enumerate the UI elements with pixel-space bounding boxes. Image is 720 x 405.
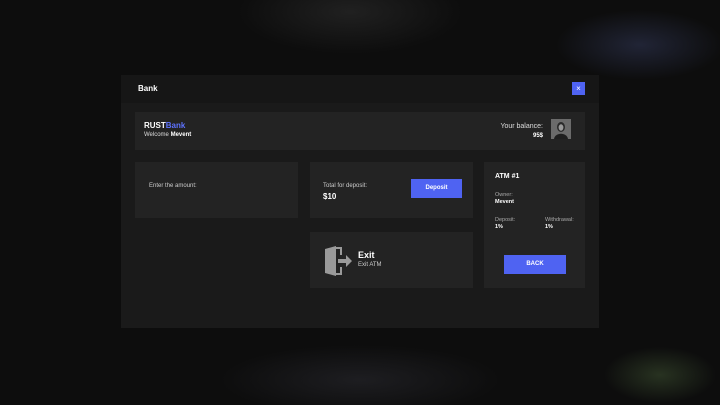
exit-atm-button[interactable]: Exit Exit ATM [310, 232, 473, 288]
balance-value: 95$ [532, 133, 543, 139]
atm-info-panel: ATM #1 Owner: Mevent Deposit: 1% Withdra… [484, 162, 585, 288]
deposit-panel: Total for deposit: $10 Deposit [310, 162, 473, 218]
deposit-total-label: Total for deposit: [323, 183, 368, 189]
welcome-username: Mevent [170, 132, 192, 138]
atm-withdrawal-fee: 1% [545, 224, 553, 230]
atm-withdrawal-fee-label: Withdrawal: [545, 217, 574, 223]
exit-title: Exit [358, 250, 375, 260]
welcome-prefix: Welcome [144, 132, 169, 138]
exit-subtitle: Exit ATM [358, 262, 382, 268]
atm-owner-label: Owner: [495, 192, 513, 198]
avatar [551, 119, 571, 139]
welcome-text: Welcome Mevent [144, 132, 191, 138]
avatar-portrait-icon [551, 119, 571, 139]
account-panel: RUSTBank Welcome Mevent Your balance: 95… [135, 112, 585, 150]
deposit-button[interactable]: Deposit [411, 179, 462, 198]
brand-part-bank: Bank [165, 121, 186, 130]
atm-deposit-fee-label: Deposit: [495, 217, 516, 223]
deposit-total-value: $10 [323, 192, 337, 201]
close-button[interactable]: × [572, 82, 585, 95]
atm-title: ATM #1 [495, 173, 520, 180]
modal-title: Bank [138, 84, 158, 93]
back-button[interactable]: BACK [504, 255, 566, 274]
brand-part-rust: RUST [144, 121, 166, 130]
modal-header: Bank × [121, 75, 599, 103]
amount-panel[interactable]: Enter the amount: [135, 162, 298, 218]
brand-logo: RUSTBank [144, 121, 185, 130]
amount-input-label: Enter the amount: [149, 183, 197, 189]
bank-modal: Bank × RUSTBank Welcome Mevent Your bala… [121, 75, 599, 328]
atm-deposit-fee: 1% [495, 224, 503, 230]
atm-owner: Mevent [495, 199, 514, 205]
balance-label: Your balance: [500, 123, 543, 130]
exit-door-icon [325, 246, 352, 276]
